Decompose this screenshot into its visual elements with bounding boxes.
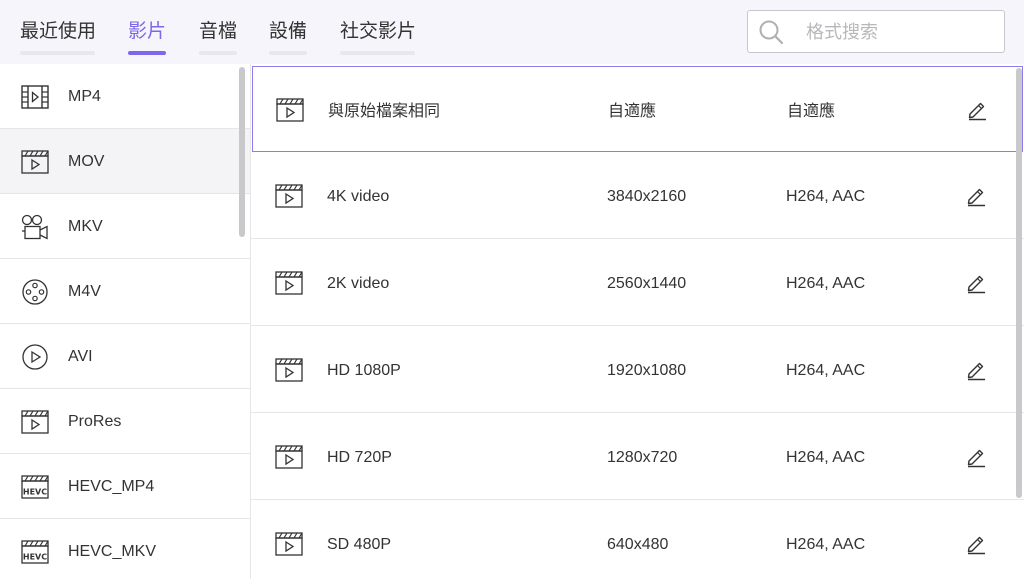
hevc-badge-text: HEVC bbox=[23, 553, 47, 562]
format-name: MOV bbox=[68, 153, 105, 170]
preset-row[interactable]: SD 480P 640x480 H264, AAC bbox=[251, 500, 1024, 579]
format-item-prores[interactable]: ProRes bbox=[0, 389, 250, 454]
tab-underline bbox=[20, 51, 95, 55]
tab-label: 社交影片 bbox=[340, 20, 417, 42]
tab-label: 設備 bbox=[269, 20, 308, 42]
format-list-scrollbar[interactable] bbox=[239, 67, 245, 237]
format-item-hevc-mkv[interactable]: HEVC HEVC_MKV bbox=[0, 519, 250, 579]
format-name: HEVC_MKV bbox=[68, 543, 157, 560]
tab-video[interactable]: 影片 bbox=[128, 18, 166, 56]
preset-row[interactable]: HD 720P 1280x720 H264, AAC bbox=[251, 413, 1024, 500]
hevc-icon: HEVC bbox=[21, 475, 49, 499]
tab-underline bbox=[128, 51, 166, 55]
format-name: AVI bbox=[68, 348, 93, 365]
tab-audio[interactable]: 音檔 bbox=[199, 18, 237, 56]
edit-pencil-icon[interactable] bbox=[965, 185, 987, 207]
edit-pencil-icon[interactable] bbox=[965, 359, 987, 381]
tab-label: 影片 bbox=[128, 20, 167, 42]
category-tab-bar: 最近使用 影片 音檔 設備 社交影片 bbox=[0, 0, 1024, 64]
preset-row[interactable]: 2K video 2560x1440 H264, AAC bbox=[251, 239, 1024, 326]
tab-underline bbox=[269, 51, 307, 55]
camera-icon bbox=[21, 214, 48, 240]
preset-list: 與原始檔案相同 自適應 自適應 4K video 3840x2160 H264,… bbox=[251, 64, 1024, 579]
preset-codec: H264, AAC bbox=[786, 449, 866, 466]
preset-resolution: 自適應 bbox=[608, 101, 657, 120]
preset-codec: H264, AAC bbox=[786, 275, 866, 292]
format-item-hevc-mp4[interactable]: HEVC HEVC_MP4 bbox=[0, 454, 250, 519]
format-search-box[interactable] bbox=[747, 10, 1005, 53]
clapperboard-icon bbox=[275, 184, 303, 208]
format-name: ProRes bbox=[68, 413, 122, 430]
preset-name: 2K video bbox=[327, 275, 390, 292]
film-reel-icon bbox=[22, 279, 48, 305]
format-item-avi[interactable]: AVI bbox=[0, 324, 250, 389]
tab-label: 音檔 bbox=[199, 20, 238, 42]
tab-underline bbox=[199, 51, 237, 55]
preset-codec: H264, AAC bbox=[786, 188, 866, 205]
preset-name: 4K video bbox=[327, 188, 390, 205]
format-item-mkv[interactable]: MKV bbox=[0, 194, 250, 259]
tab-social-video[interactable]: 社交影片 bbox=[340, 18, 417, 56]
tab-device[interactable]: 設備 bbox=[269, 18, 307, 56]
edit-pencil-icon[interactable] bbox=[966, 99, 988, 121]
clapperboard-icon bbox=[21, 410, 49, 434]
preset-row[interactable]: HD 1080P 1920x1080 H264, AAC bbox=[251, 326, 1024, 413]
preset-resolution: 1280x720 bbox=[607, 449, 678, 466]
format-name: HEVC_MP4 bbox=[68, 478, 155, 495]
preset-codec: 自適應 bbox=[787, 101, 836, 120]
preset-resolution: 640x480 bbox=[607, 536, 669, 553]
format-item-m4v[interactable]: M4V bbox=[0, 259, 250, 324]
preset-resolution: 1920x1080 bbox=[607, 362, 687, 379]
tab-recent[interactable]: 最近使用 bbox=[20, 18, 97, 56]
search-icon bbox=[759, 20, 784, 45]
clapperboard-icon bbox=[275, 358, 303, 382]
preset-name: HD 720P bbox=[327, 449, 392, 466]
edit-pencil-icon[interactable] bbox=[965, 446, 987, 468]
format-name: MKV bbox=[68, 218, 103, 235]
hevc-icon: HEVC bbox=[21, 540, 49, 564]
clapperboard-icon bbox=[275, 271, 303, 295]
clapperboard-icon bbox=[275, 532, 303, 556]
tab-underline bbox=[340, 51, 415, 55]
preset-row[interactable]: 4K video 3840x2160 H264, AAC bbox=[251, 152, 1024, 239]
preset-row[interactable]: 與原始檔案相同 自適應 自適應 bbox=[252, 66, 1023, 152]
preset-resolution: 2560x1440 bbox=[607, 275, 687, 292]
preset-codec: H264, AAC bbox=[786, 536, 866, 553]
format-item-mov[interactable]: MOV bbox=[0, 129, 250, 194]
format-item-mp4[interactable]: MP4 bbox=[0, 64, 250, 129]
preset-name: 與原始檔案相同 bbox=[328, 101, 441, 120]
clapperboard-icon bbox=[275, 445, 303, 469]
format-name: MP4 bbox=[68, 88, 101, 105]
preset-list-scrollbar[interactable] bbox=[1016, 68, 1022, 498]
clapperboard-icon bbox=[276, 98, 304, 122]
preset-codec: H264, AAC bbox=[786, 362, 866, 379]
preset-name: SD 480P bbox=[327, 536, 392, 553]
play-circle-icon bbox=[22, 344, 48, 370]
tab-label: 最近使用 bbox=[20, 20, 97, 42]
clapperboard-icon bbox=[21, 150, 49, 174]
preset-resolution: 3840x2160 bbox=[607, 188, 687, 205]
edit-pencil-icon[interactable] bbox=[965, 533, 987, 555]
format-search-input[interactable] bbox=[806, 17, 996, 47]
format-list: MP4 MOV MKV M4V AVI ProRes HEVC HEVC_MP4… bbox=[0, 64, 251, 579]
film-strip-icon bbox=[21, 85, 49, 109]
format-name: M4V bbox=[68, 283, 101, 300]
edit-pencil-icon[interactable] bbox=[965, 272, 987, 294]
hevc-badge-text: HEVC bbox=[23, 488, 47, 497]
preset-name: HD 1080P bbox=[327, 362, 401, 379]
